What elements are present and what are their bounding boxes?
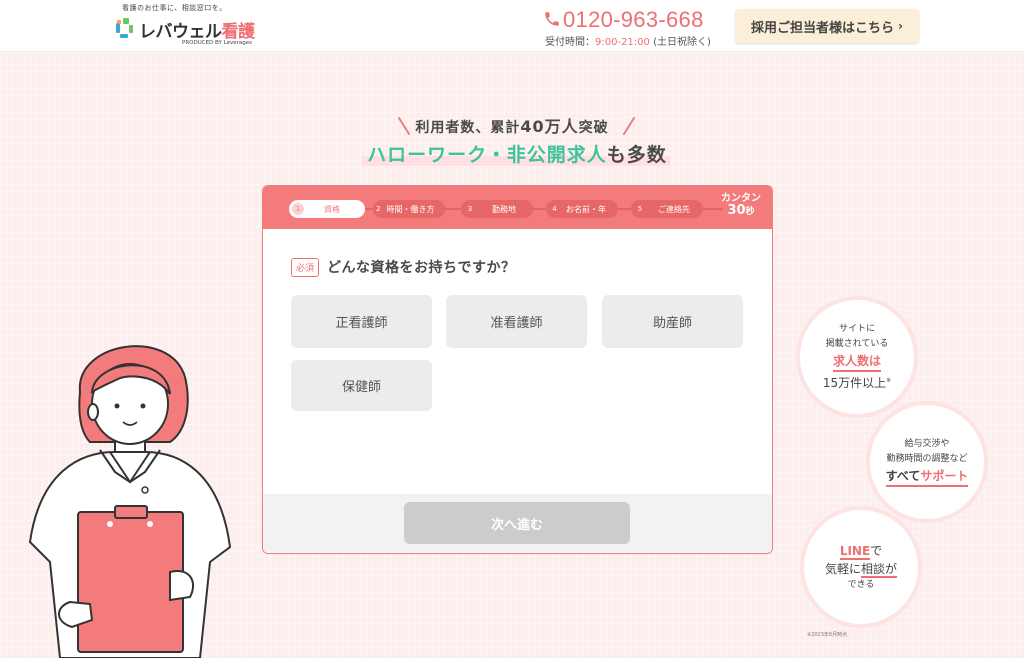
next-button[interactable]: 次へ進む [404,502,630,544]
step-5: 5 ご連絡先 [631,200,703,218]
question-row: 必須 どんな資格をお持ちですか？ [291,256,516,278]
logo-produced-by: PRODUCED BY Leverages [182,40,252,46]
required-badge: 必須 [291,257,320,277]
employer-link-button[interactable]: 採用ご担当者様はこちら › [735,9,919,43]
phone-hours: 受付時間：9:00-21:00 (土日祝除く) [545,37,711,48]
step-1: 1 資格 [289,200,365,218]
step-2: 2 時間・働き方 [373,200,445,218]
phone-number[interactable]: 0120-963-668 [563,7,704,33]
nurse-illustration [28,345,232,658]
feature-line-consult: LINEで 気軽に相談が できる [804,510,918,624]
option-public-health-nurse[interactable]: 保健師 [291,360,432,411]
phone-icon [545,12,559,26]
step-4: 4 お名前・年 [546,200,618,218]
feature-support: 給与交渉や 勤務時間の調整など すべてサポート [870,405,984,519]
hero-headline-1: 利用者数、累計40万人突破 [415,117,609,136]
feature-job-count: サイトに 掲載されている 求人数は 15万件以上※ [800,300,914,414]
phone-contact[interactable]: 0120-963-668 受付時間：9:00-21:00 (土日祝除く) [543,5,723,48]
option-midwife[interactable]: 助産師 [602,295,743,348]
chevron-right-icon: › [898,19,903,33]
logo-mark-icon [116,18,133,38]
question-text: どんな資格をお持ちですか？ [327,260,516,276]
slash-right-icon [623,117,635,135]
employer-link-label: 採用ご担当者様はこちら [751,20,895,36]
logo-name: レバウェル看護 [139,22,255,42]
step-3: 3 勤務地 [461,200,533,218]
option-registered-nurse[interactable]: 正看護師 [291,295,432,348]
logo-tagline: 看護のお仕事に、相談窓口を。 [122,4,227,12]
option-assistant-nurse[interactable]: 准看護師 [446,295,587,348]
progress-stepbar: 1 資格 2 時間・働き方 3 勤務地 4 お名前・年 5 ご連絡先 カンタン 30秒 [263,186,772,229]
site-logo[interactable]: 看護のお仕事に、相談窓口を。 レバウェル看護 PRODUCED BY Lever… [114,3,264,49]
hero-headline-2: ハローワーク・非公開求人も多数 [367,144,667,166]
footnote: ※2023年6月時点 [807,632,848,638]
form-footer: 次へ進む [263,494,772,553]
qualification-form-card: 1 資格 2 時間・働き方 3 勤務地 4 お名前・年 5 ご連絡先 カンタン 30秒 必… [262,185,773,554]
time-estimate-badge: カンタン 30秒 [721,193,761,218]
site-header: 看護のお仕事に、相談窓口を。 レバウェル看護 PRODUCED BY Lever… [0,0,1024,52]
